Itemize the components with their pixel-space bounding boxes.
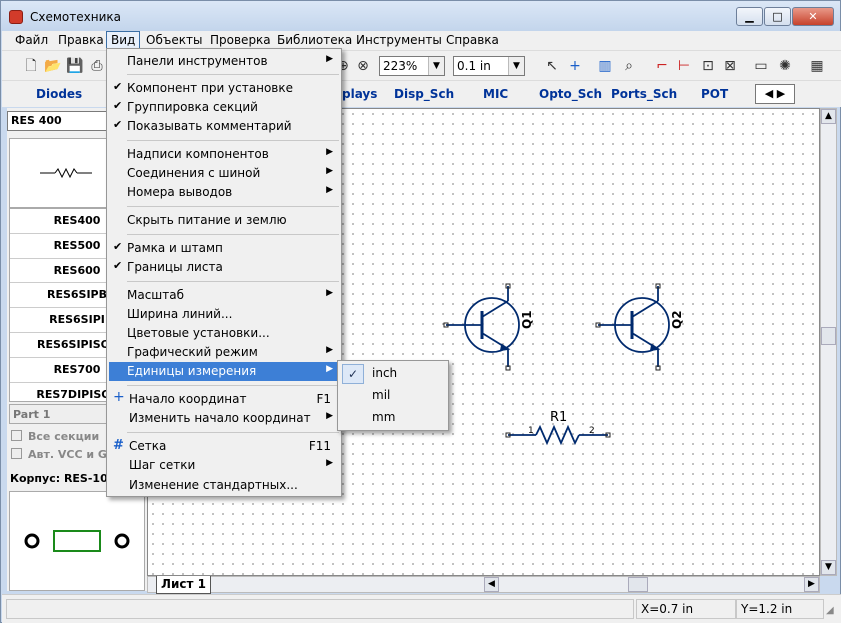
r1-label: R1 <box>550 410 567 425</box>
grid-step-select[interactable]: 0.1 in ▼ <box>453 56 525 76</box>
menu-file[interactable]: Файл <box>15 33 48 47</box>
units-mil[interactable]: mil <box>340 385 448 406</box>
menu-item-component-on-place[interactable]: ✔ Компонент при установке <box>109 79 339 98</box>
menu-item-group-sections[interactable]: ✔ Группировка секций <box>109 98 339 117</box>
lib-tab-ports-sch[interactable]: Ports_Sch <box>611 87 677 101</box>
menu-divider <box>127 234 339 235</box>
menu-item-origin[interactable]: + Начало координат F1 <box>109 389 339 409</box>
status-x-coordinate: X=0.7 in <box>636 599 736 619</box>
menu-tools[interactable]: Инструменты <box>356 33 442 47</box>
r1-pin2-label: 2 <box>589 426 595 436</box>
crosshair-icon[interactable]: + <box>566 57 584 75</box>
menu-item-grid-step[interactable]: Шаг сетки ▶ <box>109 456 339 475</box>
close-button[interactable]: ✕ <box>792 7 834 26</box>
menu-check[interactable]: Проверка <box>210 33 271 47</box>
window-title: Схемотехника <box>30 10 121 24</box>
horizontal-scrollbar[interactable]: Лист 1 ◀ ▶ <box>147 576 820 594</box>
menu-divider <box>127 432 339 433</box>
transistor-q1[interactable] <box>443 283 520 371</box>
menu-edit[interactable]: Правка <box>58 33 104 47</box>
menu-item-color-settings[interactable]: Цветовые установки... <box>109 324 339 343</box>
all-sections-checkbox[interactable]: Все секции <box>11 430 99 443</box>
menu-divider <box>127 140 339 141</box>
resize-grip-icon[interactable]: ◢ <box>826 605 834 616</box>
table-icon[interactable]: ▦ <box>808 57 826 75</box>
save-icon[interactable]: 💾 <box>66 57 84 75</box>
units-inch[interactable]: ✓ inch <box>340 363 448 384</box>
lib-tab-mic[interactable]: MIC <box>483 87 508 101</box>
net-port-icon[interactable]: ⊡ <box>699 57 717 75</box>
menu-item-show-comment[interactable]: ✔ Показывать комментарий <box>109 117 339 136</box>
bus-icon[interactable]: ⊢ <box>675 57 693 75</box>
package-preview <box>9 491 145 591</box>
menu-item-units[interactable]: Единицы измерения ▶ <box>109 362 339 381</box>
grid-icon: # <box>113 438 124 453</box>
menu-item-toolbars[interactable]: Панели инструментов ▶ <box>109 52 339 71</box>
scroll-thumb[interactable] <box>821 327 836 345</box>
menu-divider <box>127 206 339 207</box>
menu-item-graphics-mode[interactable]: Графический режим ▶ <box>109 343 339 362</box>
package-label: Корпус: RES-10 <box>10 472 108 485</box>
q1-label: Q1 <box>520 310 534 329</box>
lib-tab-opto-sch[interactable]: Opto_Sch <box>539 87 602 101</box>
binoculars-icon[interactable]: ⌕ <box>620 57 638 75</box>
view-menu-dropdown: Панели инструментов ▶ ✔ Компонент при уста… <box>106 48 342 497</box>
menu-item-hide-power[interactable]: Скрыть питание и землю <box>109 211 339 230</box>
menu-divider <box>127 281 339 282</box>
menu-divider <box>127 74 339 75</box>
lib-tab-disp-sch[interactable]: Disp_Sch <box>394 87 454 101</box>
menu-item-component-labels[interactable]: Надписи компонентов ▶ <box>109 145 339 164</box>
net-label-icon[interactable]: ⊠ <box>721 57 739 75</box>
zoom-area-icon[interactable]: ⊗ <box>354 57 372 75</box>
r1-pin1-label: 1 <box>528 426 534 436</box>
menu-item-bus-connections[interactable]: Соединения с шиной ▶ <box>109 164 339 183</box>
title-bar: Схемотехника ▁ □ ✕ <box>1 1 840 31</box>
zoom-select[interactable]: 223% ▼ <box>379 56 445 76</box>
menu-item-change-origin[interactable]: Изменить начало координат ▶ <box>109 409 339 428</box>
wire-icon[interactable]: ⌐ <box>653 57 671 75</box>
status-y-coordinate: Y=1.2 in <box>736 599 824 619</box>
lib-scroll-arrows[interactable]: ◀ ▶ <box>755 84 795 104</box>
transistor-q2[interactable] <box>595 283 670 371</box>
menu-item-pin-numbers[interactable]: Номера выводов ▶ <box>109 183 339 202</box>
auto-vcc-checkbox[interactable]: Авт. VCC и G <box>11 448 107 461</box>
status-message <box>6 599 634 619</box>
menu-item-scale[interactable]: Масштаб ▶ <box>109 286 339 305</box>
sheet-tab[interactable]: Лист 1 <box>156 576 211 594</box>
checkmark-icon: ✓ <box>342 364 364 384</box>
menu-divider <box>127 385 339 386</box>
origin-crosshair-icon: + <box>113 389 125 405</box>
menu-objects[interactable]: Объекты <box>146 33 202 47</box>
units-mm[interactable]: mm <box>340 407 448 428</box>
chip-icon[interactable]: ✺ <box>776 57 794 75</box>
open-folder-icon[interactable]: 📂 <box>44 57 62 75</box>
menu-item-grid[interactable]: # Сетка F11 <box>109 437 339 456</box>
scroll-left-arrow-icon[interactable]: ◀ <box>484 577 499 592</box>
menu-item-change-standard[interactable]: Изменение стандартных... <box>109 476 339 495</box>
vertical-scrollbar[interactable]: ▲ ▼ <box>820 108 837 576</box>
lib-tab-pot[interactable]: POT <box>701 87 728 101</box>
minimize-button[interactable]: ▁ <box>736 7 763 26</box>
maximize-button[interactable]: □ <box>764 7 791 26</box>
scroll-right-arrow-icon[interactable]: ▶ <box>804 577 819 592</box>
menu-help[interactable]: Справка <box>446 33 499 47</box>
lib-tab-diodes[interactable]: Diodes <box>36 87 82 101</box>
menu-item-sheet-borders[interactable]: ✔ Границы листа <box>109 258 339 277</box>
select-pointer-icon[interactable]: ↖ <box>543 57 561 75</box>
module-icon[interactable]: ▭ <box>752 57 770 75</box>
menu-library[interactable]: Библиотека <box>277 33 352 47</box>
component-icon[interactable]: ▥ <box>596 57 614 75</box>
menu-item-line-width[interactable]: Ширина линий... <box>109 305 339 324</box>
q2-label: Q2 <box>670 310 684 329</box>
menu-item-frame-stamp[interactable]: ✔ Рамка и штамп <box>109 239 339 258</box>
units-submenu: ✓ inch mil mm <box>337 360 449 431</box>
scroll-up-arrow-icon[interactable]: ▲ <box>821 109 836 124</box>
scroll-down-arrow-icon[interactable]: ▼ <box>821 560 836 575</box>
print-icon[interactable]: ⎙ <box>88 57 106 75</box>
hscroll-thumb[interactable] <box>628 577 648 592</box>
new-file-icon[interactable]: 🗋 <box>22 57 40 75</box>
app-icon <box>9 10 23 24</box>
lib-tab-displays[interactable]: plays <box>342 87 377 101</box>
status-bar: X=0.7 in Y=1.2 in ◢ <box>2 594 841 623</box>
